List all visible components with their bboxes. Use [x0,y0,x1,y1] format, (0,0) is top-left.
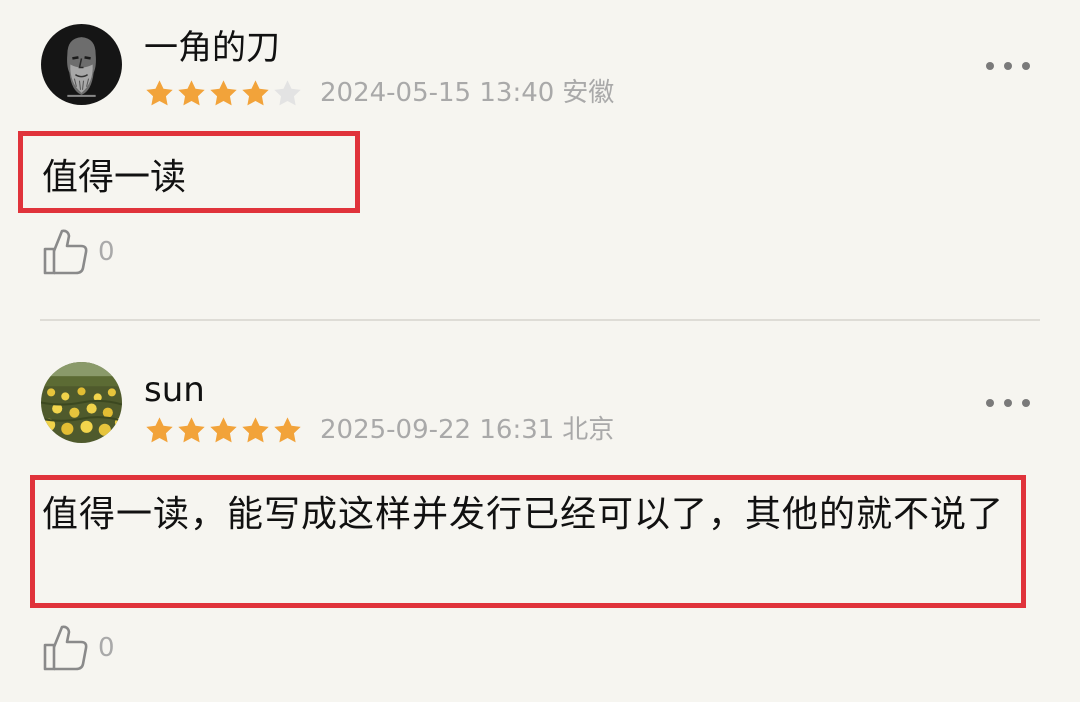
review-item: sun 2025-09-22 16:31 北京 值得一读，能写成这样并发行已经可以… [0,322,1080,702]
flower-field-photo-icon [41,362,122,443]
like-count: 0 [98,237,115,267]
star-filled-icon [210,416,237,442]
dot-icon [1022,399,1030,407]
star-filled-icon [178,79,205,105]
review-content: 值得一读，能写成这样并发行已经可以了，其他的就不说了 [42,494,1005,535]
review-location: 安徽 [562,78,615,108]
like-count: 0 [98,633,115,663]
avatar[interactable] [41,362,122,443]
review-meta-text: 2025-09-22 16:31 北京 [320,412,614,448]
star-filled-icon [146,416,173,442]
dot-icon [1004,62,1012,70]
star-filled-icon [242,79,269,105]
rating-stars [144,415,304,446]
star-filled-icon [210,79,237,105]
review-date: 2024-05-15 13:40 [320,78,555,108]
review-item: 一角的刀 2024-05-15 13:40 安徽 值得一读 0 [0,0,1080,318]
more-options-button[interactable] [986,56,1030,76]
star-filled-icon [274,416,301,442]
star-empty-icon [274,79,301,105]
divider [40,319,1040,321]
avatar[interactable] [41,24,122,105]
dot-icon [1004,399,1012,407]
review-meta-text: 2024-05-15 13:40 安徽 [320,75,614,111]
username[interactable]: 一角的刀 [144,28,280,68]
thumbs-up-icon [43,625,88,671]
review-date: 2025-09-22 16:31 [320,415,555,445]
star-filled-icon [242,416,269,442]
dot-icon [1022,62,1030,70]
star-filled-icon [146,79,173,105]
like-button[interactable]: 0 [42,623,115,673]
more-options-button[interactable] [986,393,1030,413]
rating-stars [144,78,304,109]
username[interactable]: sun [144,370,205,410]
thumbs-up-icon [43,229,88,275]
review-content: 值得一读 [42,157,187,198]
review-location: 北京 [562,415,615,445]
review-meta: 2025-09-22 16:31 北京 [144,412,614,448]
dot-icon [986,62,994,70]
review-meta: 2024-05-15 13:40 安徽 [144,75,614,111]
bearded-man-sketch-icon [41,24,122,105]
star-filled-icon [178,416,205,442]
dot-icon [986,399,994,407]
like-button[interactable]: 0 [42,227,115,277]
